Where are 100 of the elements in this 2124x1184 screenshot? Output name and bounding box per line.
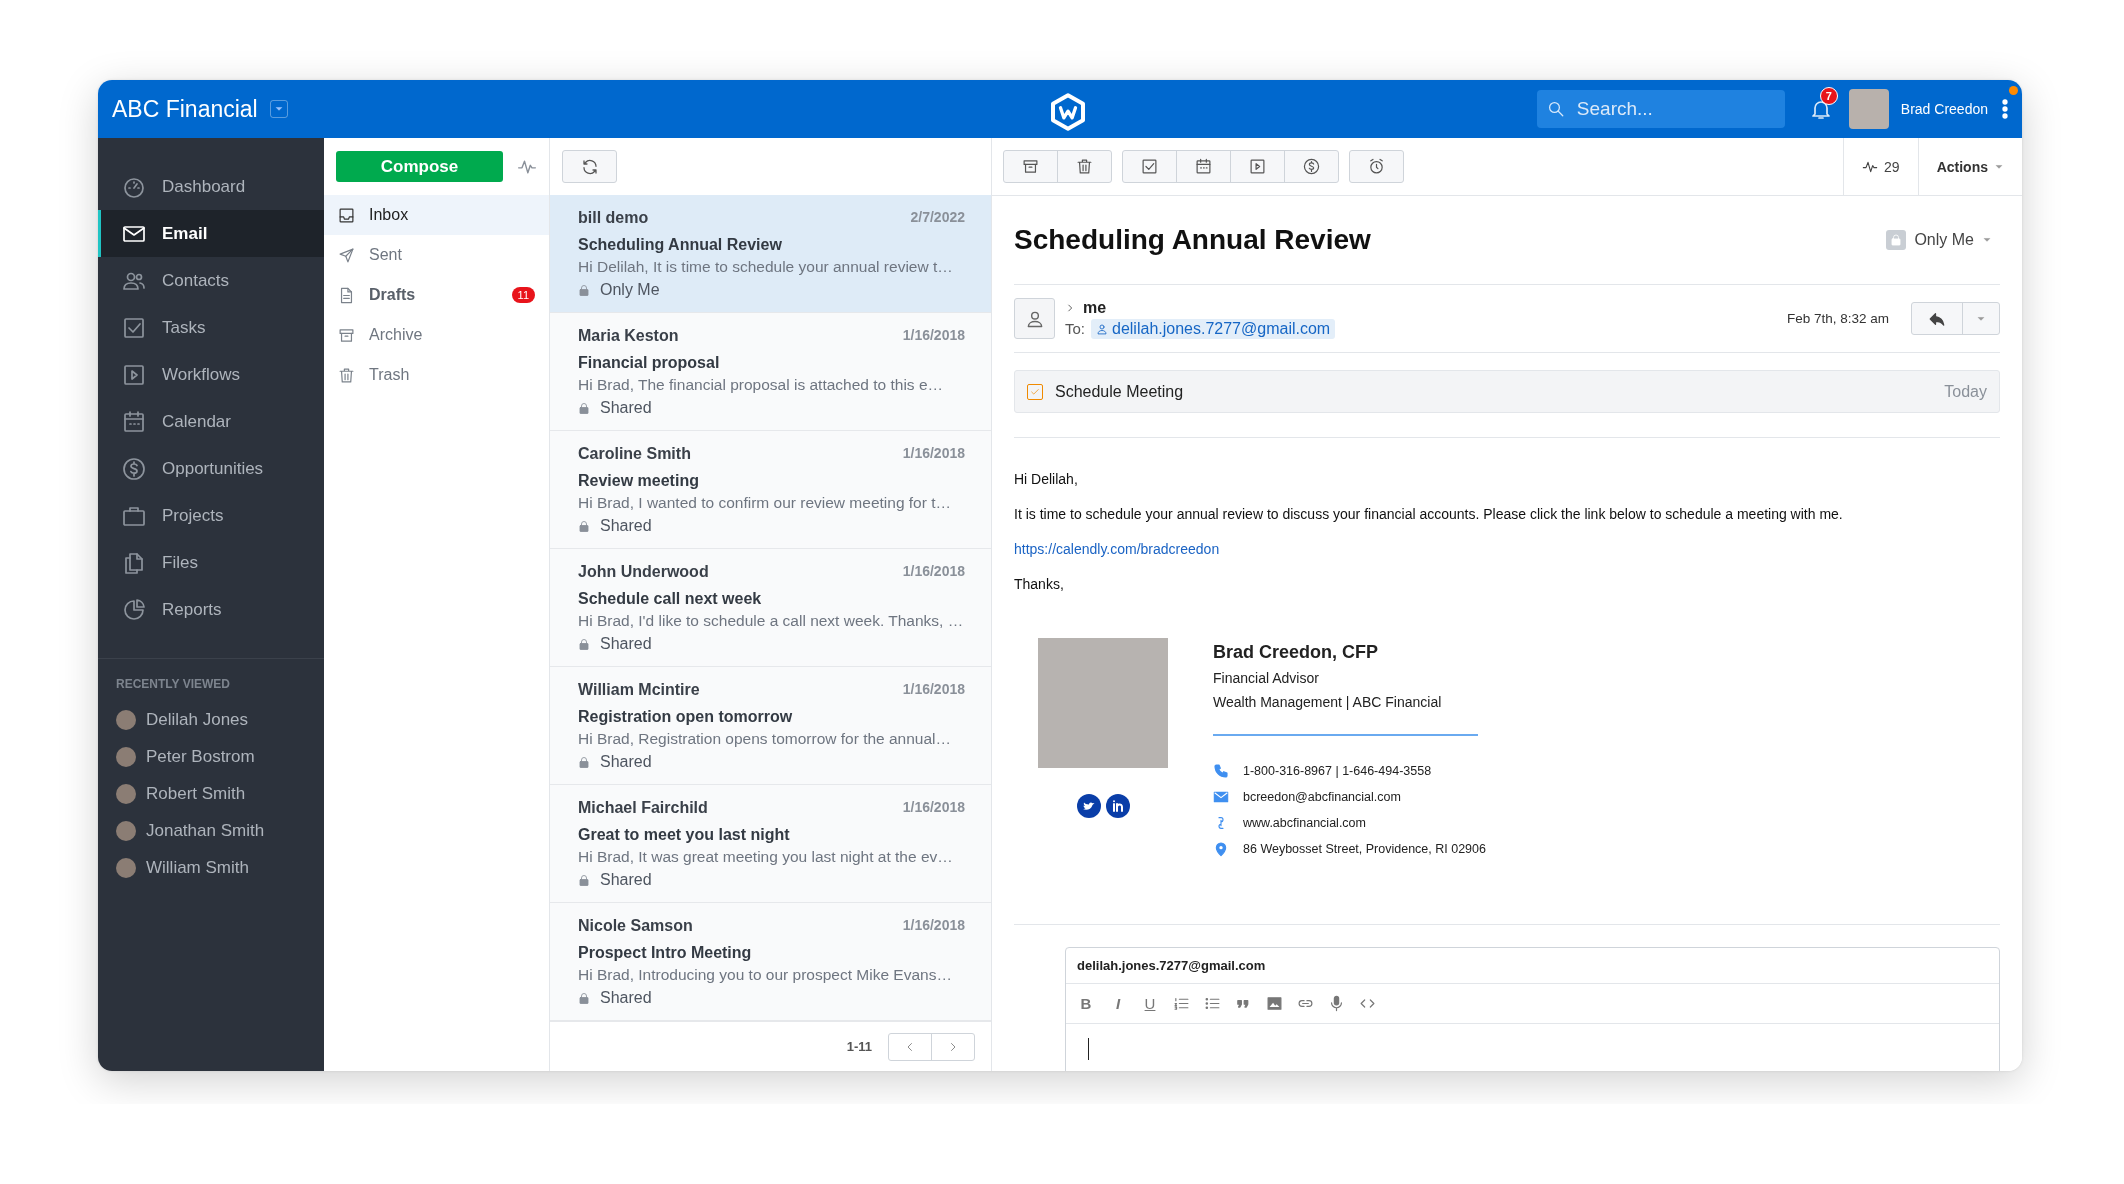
nav-item[interactable]: Reports	[98, 586, 324, 633]
email-preview: Hi Brad, Registration opens tomorrow for the annual…	[578, 730, 953, 748]
nav-item[interactable]: Contacts	[98, 257, 324, 304]
nav-item[interactable]: Email	[98, 210, 324, 257]
email-list-item[interactable]: Michael Fairchild 1/16/2018 Great to meet you last night Hi Brad, It was great meeting you last night at the ev… Shared	[550, 785, 991, 903]
email-list-item[interactable]: William Mcintire 1/16/2018 Registration open tomorrow Hi Brad, Registration opens tomorrow for the annual… Shared	[550, 667, 991, 785]
nav-item[interactable]: Calendar	[98, 398, 324, 445]
activity-counter[interactable]: 29	[1843, 138, 1918, 195]
search-icon	[1546, 100, 1565, 118]
signature-title: Financial Advisor	[1213, 670, 1320, 686]
email-list-item[interactable]: bill demo 2/7/2022 Scheduling Annual Review Hi Delilah, It is time to schedule your annual review t… Only Me	[550, 195, 991, 313]
email-list-item[interactable]: Caroline Smith 1/16/2018 Review meeting Hi Brad, I wanted to confirm our review meeting for t… Shared	[550, 431, 991, 549]
trash-icon	[1076, 158, 1093, 175]
email-subject: Prospect Intro Meeting	[578, 944, 753, 962]
folder-item[interactable]: Inbox	[324, 195, 549, 235]
numbered-list-icon	[1173, 995, 1190, 1012]
lock-icon	[578, 991, 590, 1005]
nav-item[interactable]: Dashboard	[98, 163, 324, 210]
envelope-icon	[1213, 789, 1229, 805]
email-date: 1/16/2018	[902, 799, 965, 817]
reply-recipient: delilah.jones.7277@gmail.com	[1066, 948, 1999, 984]
recent-contact-link[interactable]: William Smith	[146, 857, 249, 878]
task-name: Schedule Meeting	[1055, 382, 1184, 401]
sender-name: Caroline Smith	[578, 445, 691, 463]
email-title: Scheduling Annual Review	[1014, 224, 1371, 256]
refresh-button[interactable]	[562, 150, 617, 183]
bullet-list-icon	[1204, 995, 1221, 1012]
sender-name: me	[1083, 298, 1107, 317]
sender-name: Michael Fairchild	[578, 799, 708, 817]
visibility-label: Shared	[600, 871, 652, 889]
user-name[interactable]: Brad Creedon	[1900, 101, 1988, 117]
email-list-item[interactable]: John Underwood 1/16/2018 Schedule call next week Hi Brad, I'd like to schedule a call next week. Thanks, … Shared	[550, 549, 991, 667]
email-date: 1/16/2018	[902, 445, 965, 463]
lock-icon	[578, 637, 590, 651]
email-preview: Hi Brad, Introducing you to our prospect Mike Evans…	[578, 966, 953, 984]
folder-item[interactable]: Sent	[324, 235, 549, 275]
sender-name: Maria Keston	[578, 327, 679, 345]
actions-dropdown[interactable]: Actions	[1917, 138, 2022, 195]
hexagon-logo-icon	[1048, 92, 1088, 132]
email-subject: Scheduling Annual Review	[578, 236, 783, 254]
contact-detail: www.abcfinancial.com	[1243, 816, 1366, 830]
nav-item[interactable]: Workflows	[98, 351, 324, 398]
task-due-date: Today	[1944, 382, 1987, 401]
privacy-dropdown[interactable]: Only Me	[1886, 230, 1992, 250]
task-checkbox[interactable]	[1027, 383, 1043, 400]
recipient-chip[interactable]: delilah.jones.7277@gmail.com	[1091, 318, 1336, 339]
email-preview: Hi Brad, I wanted to confirm our review meeting for t…	[578, 494, 952, 512]
recent-contact-link[interactable]: Peter Bostrom	[146, 746, 255, 767]
lock-icon	[578, 283, 590, 297]
checkbox-icon	[122, 315, 146, 340]
visibility-label: Shared	[600, 517, 652, 535]
lock-icon	[578, 873, 590, 887]
signature-name: Brad Creedon, CFP	[1213, 642, 1380, 663]
email-preview: Hi Brad, It was great meeting you last night at the ev…	[578, 848, 954, 866]
calendar-icon	[122, 409, 146, 434]
phone-icon	[1213, 763, 1229, 779]
nav-item[interactable]: Files	[98, 539, 324, 586]
numbered-list-button[interactable]	[1173, 995, 1190, 1012]
checkbox-icon	[1141, 158, 1158, 175]
bullet-list-button[interactable]	[1204, 995, 1221, 1012]
body-text: Thanks,	[1014, 576, 1065, 593]
search-field[interactable]: Search...	[1536, 90, 1785, 128]
avatar-placeholder[interactable]	[1848, 89, 1889, 129]
recent-contact-link[interactable]: Delilah Jones	[146, 709, 249, 730]
status-dot	[2009, 86, 2018, 95]
recent-contact-link[interactable]: Jonathan Smith	[146, 820, 265, 841]
sender-name: William Mcintire	[578, 681, 700, 699]
nav-item[interactable]: Tasks	[98, 304, 324, 351]
page-range: 1-11	[846, 1039, 872, 1054]
nav-item[interactable]: Projects	[98, 492, 324, 539]
folder-item[interactable]: Archive	[324, 315, 549, 355]
visibility-label: Shared	[600, 753, 652, 771]
avatar-placeholder	[116, 746, 136, 767]
map-pin-icon	[1213, 841, 1229, 857]
archive-box-icon	[338, 326, 355, 344]
microphone-button[interactable]	[1328, 995, 1345, 1012]
refresh-icon	[580, 157, 599, 176]
caret-icon	[1982, 235, 1992, 245]
email-list-item[interactable]: Nicole Samson 1/16/2018 Prospect Intro Meeting Hi Brad, Introducing you to our prospect Mike Evans… Shared	[550, 903, 991, 1021]
email-list-item[interactable]: Maria Keston 1/16/2018 Financial proposal Hi Brad, The financial proposal is attached to this e… Shared	[550, 313, 991, 431]
italic-button[interactable]: I	[1109, 995, 1127, 1012]
email-subject: Schedule call next week	[578, 590, 763, 608]
folder-item[interactable]: Drafts 11	[324, 275, 549, 315]
paper-plane-icon	[338, 246, 355, 264]
recent-contact-link[interactable]: Robert Smith	[146, 783, 246, 804]
folder-item[interactable]: Trash	[324, 355, 549, 395]
bold-button[interactable]: B	[1077, 995, 1095, 1012]
body-text: Hi Delilah,	[1014, 471, 1079, 488]
contact-detail: 86 Weybosset Street, Providence, RI 02906	[1243, 842, 1486, 856]
check-icon	[1030, 386, 1040, 397]
email-date: 1/16/2018	[902, 917, 965, 935]
nav-item[interactable]: Opportunities	[98, 445, 324, 492]
archive-icon	[1022, 158, 1039, 175]
alarm-clock-icon	[1368, 158, 1385, 175]
trash-icon	[338, 366, 355, 384]
scheduling-link[interactable]: https://calendly.com/bradcreedon	[1014, 541, 1220, 557]
image-button[interactable]	[1266, 995, 1283, 1012]
email-date: 1/16/2018	[902, 563, 965, 581]
document-icon	[338, 286, 355, 304]
underline-button[interactable]: U	[1141, 995, 1159, 1012]
